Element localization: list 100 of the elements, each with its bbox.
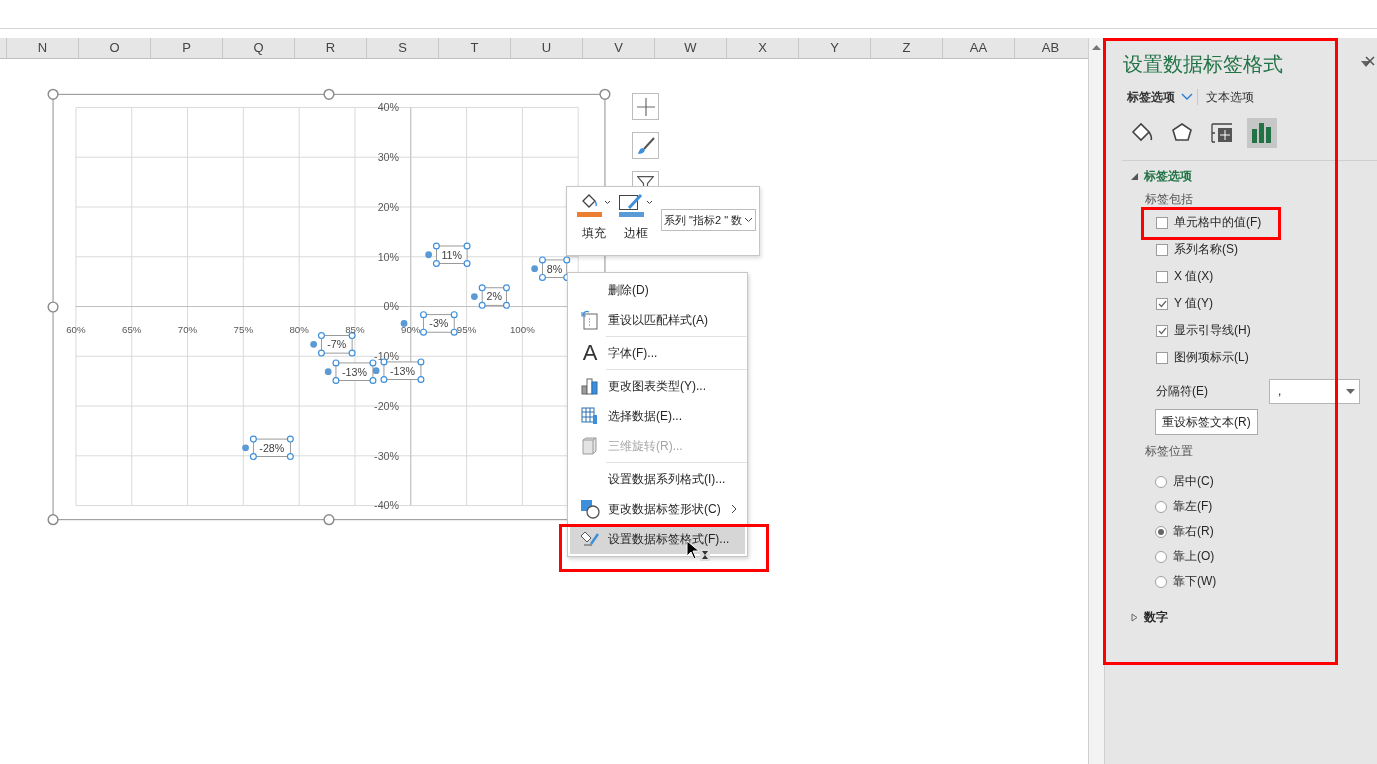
font-icon: A (582, 343, 598, 363)
column-header[interactable]: Z (870, 38, 942, 58)
column-header[interactable]: AB (1014, 38, 1086, 58)
radio-label[interactable]: 靠左(F) (1173, 498, 1213, 515)
data-point[interactable] (425, 251, 432, 259)
data-label[interactable]: -3% (420, 311, 458, 336)
y-tick-label: 40% (377, 101, 400, 114)
vertical-scrollbar[interactable] (1088, 38, 1105, 764)
border-button[interactable]: 边框 (619, 193, 653, 255)
expanded-icon[interactable] (1131, 172, 1138, 180)
dropdown-icon[interactable] (1361, 61, 1371, 67)
column-header[interactable]: N (6, 38, 78, 58)
checkbox[interactable] (1156, 216, 1168, 229)
radio-label[interactable]: 居中(C) (1173, 473, 1214, 490)
checkbox[interactable] (1156, 324, 1168, 337)
reset-style-icon (581, 310, 599, 330)
data-point[interactable] (324, 368, 332, 376)
menu-item[interactable]: A 字体(F)... (570, 338, 745, 368)
menu-item[interactable]: 删除(D) (570, 275, 745, 305)
menu-item[interactable]: 选择数据(E)... (570, 401, 745, 431)
data-point[interactable] (531, 265, 539, 273)
radio-button[interactable] (1155, 525, 1167, 538)
checkbox[interactable] (1156, 270, 1168, 283)
column-header[interactable]: AA (942, 38, 1014, 58)
resize-handle[interactable] (323, 88, 335, 100)
radio-button[interactable] (1155, 575, 1167, 588)
y-tick-label: -40% (374, 499, 400, 512)
column-header[interactable]: W (654, 38, 726, 58)
data-point[interactable] (470, 293, 478, 300)
resize-handle[interactable] (323, 514, 335, 526)
x-tick-label: 80% (289, 323, 309, 335)
menu-item[interactable]: 更改图表类型(Y)... (570, 371, 745, 401)
column-header[interactable]: V (582, 38, 654, 58)
resize-handle[interactable] (47, 301, 59, 313)
column-header[interactable]: X (726, 38, 798, 58)
menu-item[interactable]: 重设以匹配样式(A) (570, 305, 745, 335)
section-title[interactable]: 数字 (1144, 608, 1168, 626)
field-label: 分隔符(E) (1156, 382, 1209, 400)
checkbox-label[interactable]: Y 值(Y) (1174, 295, 1214, 312)
fill-button[interactable]: 填充 (577, 193, 611, 255)
scroll-up-icon[interactable] (1092, 44, 1101, 50)
chart-side-button[interactable] (632, 132, 659, 159)
checkbox-label[interactable]: 图例项标示(L) (1174, 349, 1249, 366)
pane-tab[interactable]: 标签选项 (1127, 88, 1181, 106)
checkbox-label[interactable]: 显示引导线(H) (1174, 322, 1251, 339)
x-tick-label: 95% (456, 323, 477, 335)
column-header[interactable]: Y (798, 38, 870, 58)
y-tick-label: 20% (377, 200, 400, 213)
y-tick-label: 10% (377, 250, 400, 263)
column-header[interactable]: U (510, 38, 582, 58)
x-tick-label: 90% (401, 323, 421, 335)
column-header[interactable]: Q (222, 38, 294, 58)
checkbox[interactable] (1156, 297, 1168, 310)
column-header[interactable]: O (78, 38, 150, 58)
section-title[interactable]: 标签选项 (1144, 167, 1192, 185)
column-header[interactable]: P (150, 38, 222, 58)
data-point[interactable] (372, 367, 380, 375)
chevron-down-icon[interactable] (1181, 93, 1193, 101)
checkbox[interactable] (1156, 351, 1168, 364)
cube-icon (581, 437, 599, 455)
shape-icon (580, 499, 600, 519)
resize-handle[interactable] (47, 514, 59, 526)
pane-tab[interactable]: 文本选项 (1206, 88, 1260, 106)
checkbox-label[interactable]: X 值(X) (1174, 268, 1214, 285)
group-heading: 标签位置 (1144, 443, 1194, 460)
checkbox-label[interactable]: 单元格中的值(F) (1174, 214, 1262, 231)
paint-icon (580, 529, 600, 549)
table-icon (581, 407, 599, 425)
column-header[interactable]: S (366, 38, 438, 58)
resize-handle[interactable] (47, 88, 59, 100)
data-label[interactable]: 2% (478, 284, 510, 309)
data-point[interactable] (400, 320, 408, 327)
checkbox[interactable] (1156, 243, 1168, 256)
radio-button[interactable] (1155, 550, 1167, 563)
radio-label[interactable]: 靠上(O) (1173, 548, 1215, 565)
reset-label-text-button[interactable]: 重设标签文本(R) (1155, 409, 1258, 435)
plus-icon (635, 96, 656, 117)
column-header[interactable]: R (294, 38, 366, 58)
bar-chart-icon (581, 377, 599, 395)
y-tick-label: -30% (374, 449, 400, 462)
radio-button[interactable] (1155, 475, 1167, 488)
chart-element-select[interactable]: 系列 "指标2 " 数 (661, 209, 757, 231)
radio-button[interactable] (1155, 500, 1167, 513)
x-tick-label: 70% (177, 323, 198, 335)
x-tick-label: 100% (509, 323, 535, 335)
data-point[interactable] (242, 444, 249, 452)
y-tick-label: 30% (377, 151, 400, 164)
checkbox-label[interactable]: 系列名称(S) (1174, 241, 1238, 258)
brush-icon (635, 135, 656, 156)
data-point[interactable] (310, 340, 318, 348)
separator-dropdown[interactable]: , (1269, 378, 1360, 404)
radio-label[interactable]: 靠右(R) (1173, 523, 1214, 540)
menu-item[interactable]: 更改数据标签形状(C) (570, 494, 745, 524)
close-icon[interactable] (1365, 56, 1375, 66)
menu-item[interactable]: 设置数据系列格式(I)... (570, 464, 745, 494)
collapsed-icon[interactable] (1131, 612, 1138, 622)
data-label[interactable]: -13% (332, 359, 377, 384)
column-header[interactable]: T (438, 38, 510, 58)
resize-handle[interactable] (599, 88, 611, 100)
radio-label[interactable]: 靠下(W) (1173, 573, 1217, 590)
